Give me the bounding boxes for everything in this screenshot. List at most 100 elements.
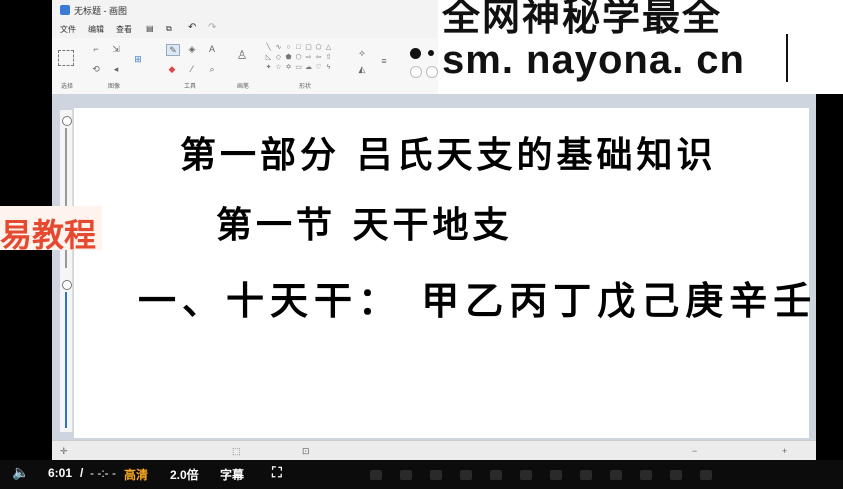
slider-track-lower	[65, 292, 67, 428]
rounded-rect-shape-icon[interactable]: ▢	[304, 44, 313, 52]
share-icon[interactable]: ⧉	[166, 24, 172, 34]
save-icon[interactable]: ▤	[146, 24, 154, 33]
swatch-empty-icon[interactable]	[426, 66, 438, 78]
heart-shape-icon[interactable]: ♡	[314, 64, 323, 72]
handwritten-stems-list: 一、十天干： 甲乙丙丁戊己庚辛壬癸	[138, 278, 843, 323]
diamond-shape-icon[interactable]: ◇	[274, 54, 283, 62]
star6-shape-icon[interactable]: ✡	[284, 64, 293, 72]
taskbar-app-icon	[370, 470, 382, 480]
resize-icon[interactable]: ⇲	[110, 44, 122, 54]
taskbar-app-icon	[550, 470, 562, 480]
image-options-icon[interactable]: ⊞	[132, 54, 144, 64]
menu-file[interactable]: 文件	[60, 24, 76, 35]
total-duration: - -:- -	[90, 466, 116, 480]
flip-icon[interactable]: ◂	[110, 64, 122, 74]
slider-mid-handle[interactable]	[62, 280, 72, 290]
magnifier-icon[interactable]: ⌕	[206, 64, 218, 74]
taskbar-app-icon	[610, 470, 622, 480]
image-group: ⌐ ⇲ ⟲ ◂ ⊞ 图像	[84, 40, 144, 90]
triangle-shape-icon[interactable]: △	[324, 44, 333, 52]
color-picker-icon[interactable]: ⁄	[186, 64, 198, 74]
side-logo-text: 易教程	[0, 217, 97, 253]
status-bar: ✛ ⬚ ⊡ − +	[52, 440, 816, 460]
subtitles-button[interactable]: 字幕	[220, 466, 244, 483]
lightning-shape-icon[interactable]: ϟ	[324, 64, 333, 72]
slider-top-handle[interactable]	[62, 116, 72, 126]
text-cursor	[786, 34, 788, 82]
text-icon[interactable]: A	[206, 44, 218, 54]
oval-shape-icon[interactable]: ○	[284, 44, 293, 52]
outline-fill-group: ⟡ ◭ ≡	[352, 40, 402, 90]
shapes-group: ╲ ∿ ○ □ ▢ ⬠ △ ◺ ◇ ⬟ ⬡ ⇨ ⇦ ⇧ ✦ ☆ ✡ ▭ ☁ ♡ …	[260, 40, 350, 90]
polygon-shape-icon[interactable]: ⬠	[314, 44, 323, 52]
background-taskbar	[330, 468, 770, 482]
video-player-controls: 🔈 6:01 / - -:- - 高清 2.0倍 字幕 ⛶	[0, 460, 843, 489]
brush-group-label: 画笔	[236, 84, 249, 90]
select-group: 选择	[52, 40, 82, 90]
swatch-white-icon[interactable]	[410, 66, 422, 78]
rotate-icon[interactable]: ⟲	[90, 64, 102, 74]
image-group-label: 图像	[107, 84, 120, 90]
menu-view[interactable]: 查看	[116, 24, 132, 35]
window-title: 无标题 - 画图	[74, 6, 127, 16]
time-separator: /	[80, 466, 84, 480]
taskbar-app-icon	[430, 470, 442, 480]
right-triangle-shape-icon[interactable]: ◺	[264, 54, 273, 62]
eraser-icon[interactable]: ◆	[166, 64, 178, 74]
pentagon-shape-icon[interactable]: ⬟	[284, 54, 293, 62]
crop-icon[interactable]: ⌐	[90, 44, 102, 54]
select-tool-icon[interactable]	[58, 50, 74, 66]
brush-icon[interactable]: ♙	[236, 49, 248, 61]
cursor-position-icon: ✛	[60, 446, 68, 456]
fill-icon[interactable]: ◈	[186, 44, 198, 54]
watermark-url: sm. nayona. cn	[442, 38, 745, 82]
side-logo-label: 易教程	[0, 206, 102, 253]
size-icon[interactable]: ≡	[378, 56, 390, 66]
menu-edit[interactable]: 编辑	[88, 24, 104, 35]
taskbar-app-icon	[580, 470, 592, 480]
shapes-group-label: 形状	[298, 84, 311, 90]
taskbar-app-icon	[460, 470, 472, 480]
arrow-up-shape-icon[interactable]: ⇧	[324, 54, 333, 62]
star5-shape-icon[interactable]: ☆	[274, 64, 283, 72]
taskbar-app-icon	[670, 470, 682, 480]
cloud-shape-icon[interactable]: ☁	[304, 64, 313, 72]
select-group-label: 选择	[60, 84, 73, 90]
volume-icon[interactable]: 🔈	[12, 464, 29, 481]
outline-icon[interactable]: ⟡	[356, 48, 368, 58]
taskbar-app-icon	[490, 470, 502, 480]
undo-icon[interactable]: ↶	[188, 22, 196, 33]
rectangle-shape-icon[interactable]: □	[294, 44, 303, 52]
brush-group: ♙ 画笔	[228, 40, 258, 90]
pencil-icon[interactable]: ✎	[166, 44, 180, 56]
taskbar-app-icon	[520, 470, 532, 480]
curve-shape-icon[interactable]: ∿	[274, 44, 283, 52]
taskbar-app-icon	[640, 470, 652, 480]
selection-size-icon: ⬚	[232, 446, 241, 456]
fill-shape-icon[interactable]: ◭	[356, 64, 368, 74]
hexagon-shape-icon[interactable]: ⬡	[294, 54, 303, 62]
fullscreen-icon[interactable]: ⛶	[272, 464, 282, 481]
color1-icon[interactable]	[410, 48, 421, 59]
speed-button[interactable]: 2.0倍	[170, 466, 199, 483]
vertical-zoom-ruler	[60, 110, 73, 432]
tools-group-label: 工具	[183, 84, 196, 90]
taskbar-app-icon	[400, 470, 412, 480]
arrow-left-shape-icon[interactable]: ⇦	[314, 54, 323, 62]
star4-shape-icon[interactable]: ✦	[264, 64, 273, 72]
zoom-in-icon[interactable]: +	[782, 446, 787, 456]
tools-group: ✎ ◈ A ◆ ⁄ ⌕ 工具	[160, 40, 220, 90]
redo-icon[interactable]: ↷	[208, 22, 216, 33]
quality-button[interactable]: 高清	[124, 466, 148, 483]
zoom-out-icon[interactable]: −	[692, 446, 697, 456]
line-shape-icon[interactable]: ╲	[264, 44, 273, 52]
paint-app-icon	[60, 5, 70, 15]
watermark-title: 全网神秘学最全	[442, 0, 723, 39]
current-time: 6:01	[48, 466, 73, 480]
taskbar-app-icon	[700, 470, 712, 480]
handwritten-part-heading: 第一部分 吕氏天支的基础知识	[180, 134, 717, 176]
watermark-overlay: 全网神秘学最全 sm. nayona. cn	[438, 0, 843, 94]
color2-icon[interactable]	[428, 50, 434, 56]
callout-shape-icon[interactable]: ▭	[294, 64, 303, 72]
arrow-right-shape-icon[interactable]: ⇨	[304, 54, 313, 62]
